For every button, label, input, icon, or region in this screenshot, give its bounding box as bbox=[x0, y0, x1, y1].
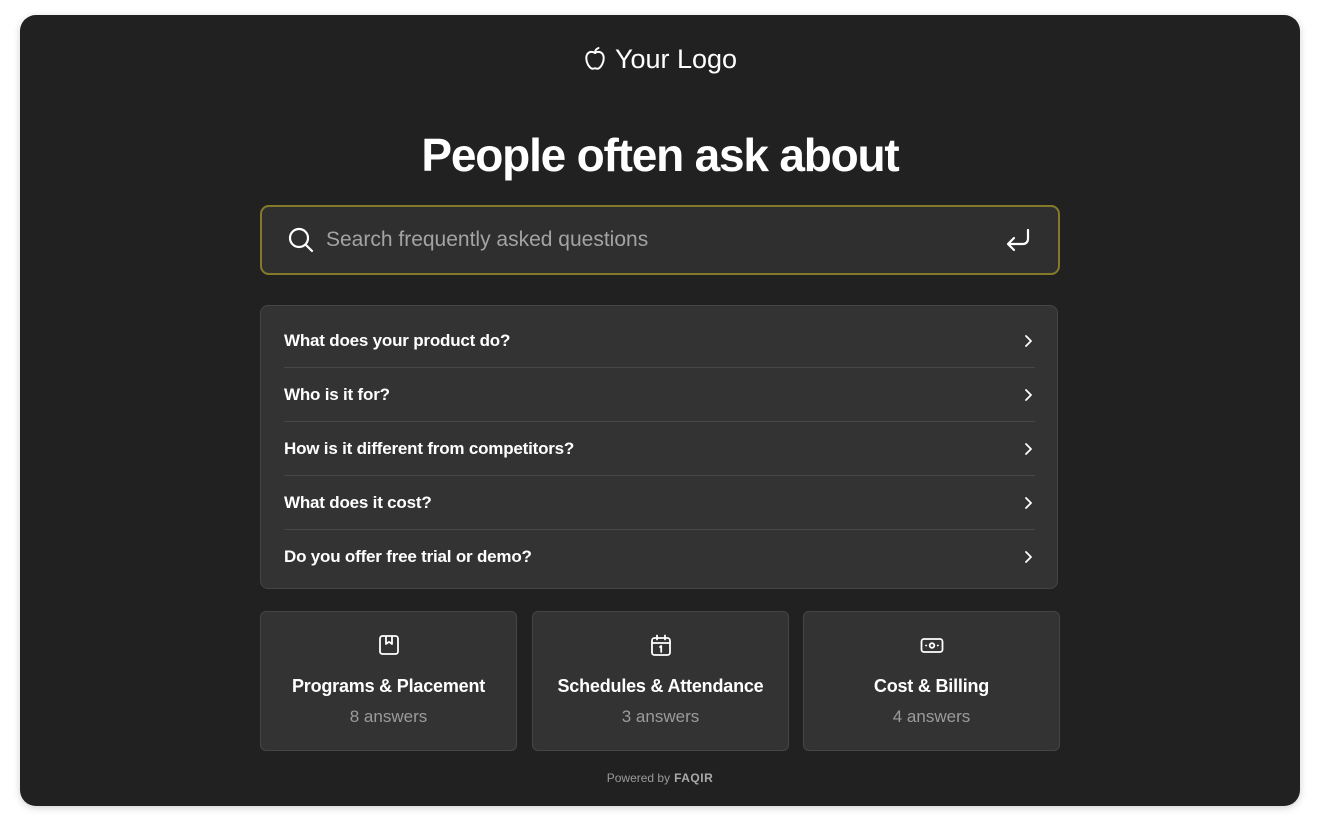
faq-list: What does your product do? Who is it for… bbox=[260, 305, 1058, 589]
chevron-right-icon bbox=[1021, 496, 1035, 510]
bookmark-box-icon bbox=[261, 634, 516, 656]
faq-widget: Your Logo People often ask about What do… bbox=[20, 15, 1300, 806]
category-cards: Programs & Placement 8 answers Schedules… bbox=[260, 611, 1060, 751]
chevron-right-icon bbox=[1021, 388, 1035, 402]
category-card-cost[interactable]: Cost & Billing 4 answers bbox=[803, 611, 1060, 751]
faq-item[interactable]: How is it different from competitors? bbox=[284, 422, 1035, 475]
enter-icon[interactable] bbox=[1004, 226, 1032, 254]
powered-by: Powered by FAQIR bbox=[20, 771, 1300, 785]
calendar-icon bbox=[533, 634, 788, 656]
apple-icon bbox=[583, 46, 607, 72]
category-title: Programs & Placement bbox=[291, 676, 486, 696]
brand-link[interactable]: FAQIR bbox=[674, 771, 713, 785]
faq-question: How is it different from competitors? bbox=[284, 438, 575, 458]
faq-question: Do you offer free trial or demo? bbox=[284, 546, 532, 566]
faq-item[interactable]: What does your product do? bbox=[284, 314, 1035, 367]
category-count: 4 answers bbox=[892, 707, 971, 726]
faq-item[interactable]: What does it cost? bbox=[284, 476, 1035, 529]
faq-item[interactable]: Do you offer free trial or demo? bbox=[284, 530, 1035, 583]
category-card-programs[interactable]: Programs & Placement 8 answers bbox=[260, 611, 517, 751]
chevron-right-icon bbox=[1021, 442, 1035, 456]
chevron-right-icon bbox=[1021, 550, 1035, 564]
category-title: Cost & Billing bbox=[873, 676, 990, 696]
faq-item[interactable]: Who is it for? bbox=[284, 368, 1035, 421]
logo: Your Logo bbox=[20, 41, 1300, 77]
category-title: Schedules & Attendance bbox=[557, 676, 764, 696]
search-input[interactable] bbox=[326, 228, 1004, 252]
chevron-right-icon bbox=[1021, 334, 1035, 348]
money-icon bbox=[804, 634, 1059, 656]
search-icon bbox=[287, 226, 315, 254]
faq-question: Who is it for? bbox=[284, 384, 390, 404]
category-card-schedules[interactable]: Schedules & Attendance 3 answers bbox=[532, 611, 789, 751]
search-bar bbox=[260, 205, 1060, 275]
category-count: 3 answers bbox=[621, 707, 700, 726]
category-count: 8 answers bbox=[349, 707, 428, 726]
faq-question: What does it cost? bbox=[284, 492, 432, 512]
powered-by-label: Powered by bbox=[606, 771, 671, 785]
logo-text: Your Logo bbox=[614, 43, 738, 74]
faq-question: What does your product do? bbox=[284, 330, 511, 350]
page-title: People often ask about bbox=[421, 129, 899, 181]
